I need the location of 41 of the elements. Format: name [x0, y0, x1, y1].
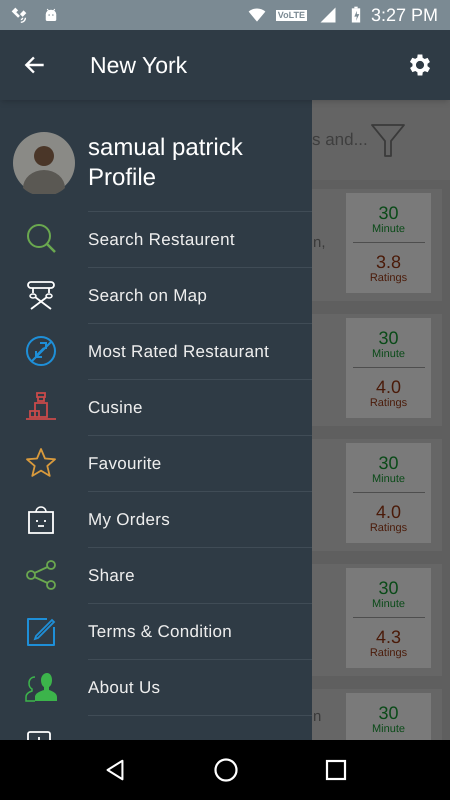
profile-link[interactable]: Profile: [88, 163, 243, 193]
rating-value: 3.8: [376, 252, 401, 272]
minutes-value: 30: [378, 453, 399, 473]
share-icon[interactable]: [25, 559, 57, 591]
drawer-item[interactable]: My Orders: [88, 506, 170, 532]
status-time: 3:27 PM: [370, 4, 439, 26]
network-badge: VoLTE: [276, 10, 307, 20]
rating-label: Ratings: [370, 522, 408, 535]
star-icon[interactable]: [25, 447, 57, 479]
minutes-value: 30: [378, 703, 399, 723]
minutes-label: Minute: [372, 723, 406, 736]
avatar[interactable]: [13, 132, 75, 194]
drawer-item[interactable]: Favourite: [88, 450, 162, 476]
profile-name: samual patrick: [88, 133, 243, 163]
drawer-item[interactable]: Share: [88, 562, 135, 588]
rating-label: Ratings: [370, 272, 408, 285]
minutes-value: 30: [378, 578, 399, 598]
drawer-item[interactable]: Search Restaurent: [88, 226, 235, 252]
edit-icon[interactable]: [25, 615, 57, 647]
minutes-label: Minute: [372, 223, 406, 236]
minutes-value: 30: [378, 203, 399, 223]
minutes-label: Minute: [372, 348, 406, 361]
app-bar-title: New York: [90, 50, 188, 80]
minutes-label: Minute: [372, 598, 406, 611]
rating-value: 4.3: [376, 627, 401, 647]
drawer-item[interactable]: Cusine: [88, 394, 143, 420]
rating-value: 4.0: [376, 377, 401, 397]
rating-label: Ratings: [370, 397, 408, 410]
home-icon[interactable]: [214, 758, 238, 782]
rating-label: Ratings: [370, 647, 408, 660]
person-icon[interactable]: [25, 671, 57, 703]
drawer-item[interactable]: Most Rated Restaurant: [88, 338, 270, 364]
drawer-item[interactable]: About Us: [88, 674, 160, 700]
rating-value: 4.0: [376, 502, 401, 522]
drawer-item[interactable]: Terms & Condition: [88, 618, 232, 644]
signal-icon: [318, 6, 337, 24]
search-icon[interactable]: [25, 223, 57, 255]
drawer-item[interactable]: Search on Map: [88, 282, 208, 308]
minutes-label: Minute: [372, 473, 406, 486]
recents-icon[interactable]: [324, 759, 347, 781]
minutes-value: 30: [378, 328, 399, 348]
